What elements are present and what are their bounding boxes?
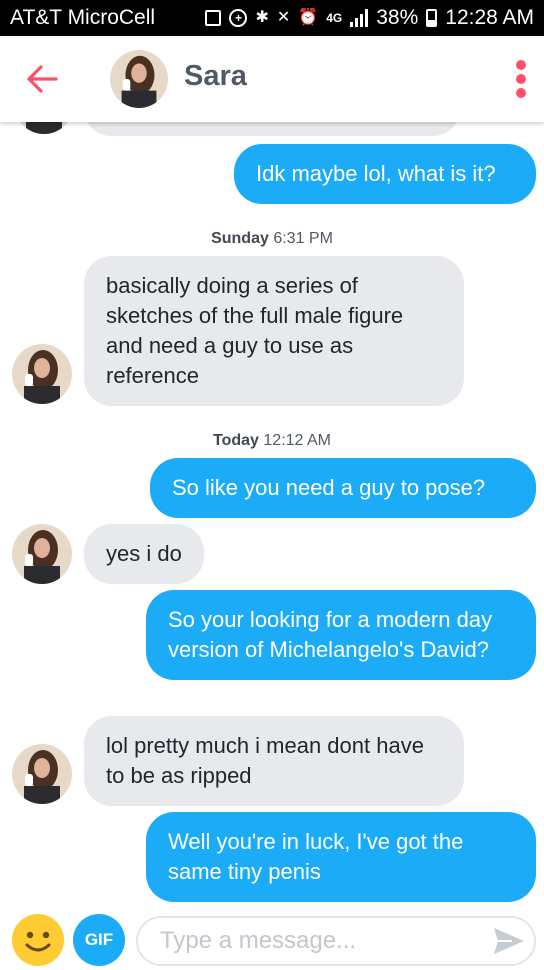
- message-bubble-outgoing[interactable]: Well you're in luck, I've got the same t…: [146, 812, 536, 902]
- message-bubble-outgoing[interactable]: So your looking for a modern day version…: [146, 590, 536, 680]
- timestamp: Today 12:12 AM: [213, 432, 331, 449]
- contact-avatar[interactable]: [110, 50, 168, 108]
- message-bubble-incoming[interactable]: yes i do: [84, 524, 204, 584]
- gif-button[interactable]: GIF: [73, 914, 125, 966]
- message-bubble-partial[interactable]: [84, 122, 460, 136]
- bluetooth-icon: ✱: [255, 9, 269, 26]
- contact-avatar-small[interactable]: [12, 744, 72, 804]
- system-icons: + ✱ ✕ ⏰ 4G 38% 12:28 AM: [205, 6, 534, 30]
- message-list[interactable]: Idk maybe lol, what is it? Sunday 6:31 P…: [0, 122, 544, 912]
- emoji-button[interactable]: [12, 914, 64, 966]
- status-bar: AT&T MicroCell + ✱ ✕ ⏰ 4G 38% 12:28 AM: [0, 0, 544, 36]
- alarm-icon: ⏰: [298, 9, 319, 26]
- menu-kebab-icon[interactable]: [516, 60, 526, 98]
- contact-avatar-small[interactable]: [12, 524, 72, 584]
- message-bubble-outgoing[interactable]: Idk maybe lol, what is it?: [234, 144, 536, 204]
- contact-avatar-small: [14, 122, 74, 134]
- message-bubble-incoming[interactable]: lol pretty much i mean dont have to be a…: [84, 716, 464, 806]
- contact-avatar-small[interactable]: [12, 344, 72, 404]
- carrier-label: AT&T MicroCell: [10, 6, 156, 29]
- send-icon[interactable]: [492, 926, 526, 956]
- emoji-icon: [25, 931, 51, 952]
- message-bubble-outgoing[interactable]: So like you need a guy to pose?: [150, 458, 536, 518]
- back-arrow-icon[interactable]: [26, 64, 58, 94]
- message-composer: GIF: [0, 912, 544, 970]
- clock: 12:28 AM: [445, 6, 534, 29]
- network-type-label: 4G: [326, 11, 343, 25]
- timestamp: Sunday 6:31 PM: [211, 230, 333, 247]
- mute-icon: ✕: [276, 9, 291, 26]
- battery-percent: 38%: [376, 6, 419, 29]
- battery-icon: [426, 9, 438, 27]
- notification-icon: [205, 10, 222, 26]
- chat-header: Sara: [0, 36, 544, 122]
- contact-name[interactable]: Sara: [184, 60, 247, 93]
- data-saver-icon: +: [229, 9, 248, 27]
- signal-icon: [350, 9, 369, 27]
- message-input[interactable]: [136, 916, 536, 966]
- message-bubble-incoming[interactable]: basically doing a series of sketches of …: [84, 256, 464, 406]
